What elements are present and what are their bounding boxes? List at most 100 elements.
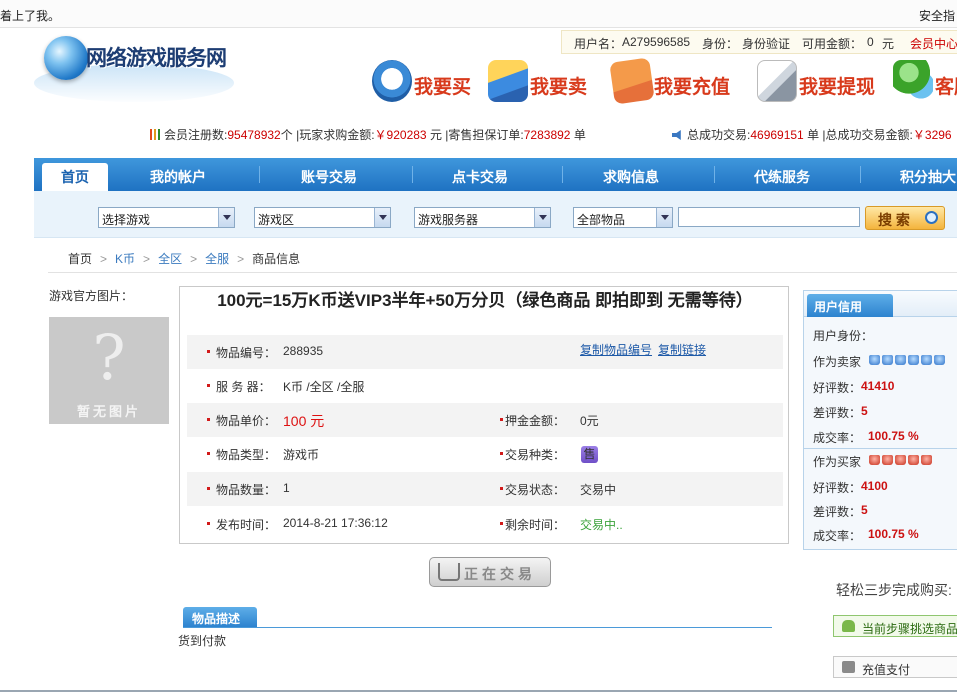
seller-good-label: 好评数： xyxy=(813,381,862,395)
breadcrumb-all-server[interactable]: 全服 xyxy=(205,252,229,266)
site-logo[interactable]: 网络游戏服务网 xyxy=(34,34,240,102)
success-count: 46969151 xyxy=(750,128,804,142)
nav-points-draw[interactable]: 积分抽大 xyxy=(900,167,956,187)
item-id-label: 物品编号： xyxy=(216,346,277,360)
step-current-label: 当前步骤挑选商品 xyxy=(862,622,957,636)
buyer-rate-label: 成交率： xyxy=(813,529,862,543)
bar-chart-icon xyxy=(150,129,160,140)
withdraw-label: 我要提现 xyxy=(799,76,876,98)
nav-separator xyxy=(860,166,861,183)
seller-bad-label: 差评数： xyxy=(813,406,862,420)
nav-card-trade[interactable]: 点卡交易 xyxy=(452,167,508,187)
username-label: 用户名： xyxy=(574,37,623,51)
seller-rate-label: 成交率： xyxy=(813,431,862,445)
official-image-title: 游戏官方图片： xyxy=(49,289,134,303)
buy-button[interactable]: 我要买 xyxy=(372,60,472,106)
breadcrumb-all-zone[interactable]: 全区 xyxy=(158,252,182,266)
breadcrumb-current: 商品信息 xyxy=(252,252,301,266)
copy-link-link[interactable]: 复制链接 xyxy=(658,341,706,358)
member-center-link[interactable]: 会员中心 xyxy=(910,35,957,52)
nav-my-account[interactable]: 我的帐户 xyxy=(150,167,206,187)
nav-purchase-info[interactable]: 求购信息 xyxy=(603,167,659,187)
remain-value: 交易中.. xyxy=(580,518,623,532)
status-value: 交易中 xyxy=(580,483,617,497)
sell-label: 我要卖 xyxy=(530,76,588,98)
row-item-id: 物品编号： 288935 复制物品编号 复制链接 xyxy=(187,335,783,369)
item-id-value: 288935 xyxy=(283,344,324,358)
server-value: K币 /全区 /全服 xyxy=(283,380,365,394)
buyer-rate-value: 100.75 % xyxy=(868,527,919,541)
trading-button[interactable]: 正在交易 xyxy=(429,557,551,587)
server-select[interactable]: 游戏服务器 xyxy=(414,207,551,228)
copy-item-id-link[interactable]: 复制物品编号 xyxy=(580,341,652,358)
breadcrumb-home[interactable]: 首页 xyxy=(68,252,92,266)
tab-user-credit[interactable]: 用户信用 xyxy=(807,294,893,317)
sell-button[interactable]: 我要卖 xyxy=(488,60,592,106)
seller-crown-icon xyxy=(921,355,932,365)
cart-icon xyxy=(438,563,460,581)
status-label: 交易状态： xyxy=(505,483,566,497)
deposit-value: 0元 xyxy=(580,414,599,428)
breadcrumb-kcoin[interactable]: K币 xyxy=(115,252,135,266)
recharge-button[interactable]: 我要充值 xyxy=(609,57,738,106)
buyer-crown-icon xyxy=(908,455,919,465)
publish-value: 2014-8-21 17:36:12 xyxy=(283,516,388,530)
game-select-value: 选择游戏 xyxy=(102,213,151,227)
as-seller-label: 作为卖家 xyxy=(813,355,862,369)
credit-header: 用户信用 xyxy=(804,291,957,317)
withdraw-button[interactable]: 我要提现 xyxy=(757,60,881,106)
user-info-bar: 用户名： A279596585 身份： 身份验证 可用金额： 0 元 会员中心 xyxy=(561,30,957,54)
balance-unit: 元 xyxy=(882,37,895,51)
nav-leveling[interactable]: 代练服务 xyxy=(754,167,810,187)
type-value: 游戏币 xyxy=(283,448,320,462)
nav-separator xyxy=(562,166,563,183)
seller-crown-icon xyxy=(934,355,945,365)
step-recharge-pay[interactable]: 充值支付 xyxy=(833,656,957,678)
nav-account-trade[interactable]: 账号交易 xyxy=(301,167,357,187)
clock-dollar-icon xyxy=(372,60,412,102)
row-server: 服 务 器： K币 /全区 /全服 xyxy=(187,369,783,403)
site-name: 网络游戏服务网 xyxy=(86,46,227,70)
category-select-value: 全部物品 xyxy=(577,213,626,227)
identity-value: 身份验证 xyxy=(742,37,791,51)
buyer-crown-icon xyxy=(869,455,880,465)
row-quantity: 物品数量： 1 交易状态： 交易中 xyxy=(187,472,783,506)
seller-bad-value: 5 xyxy=(861,404,868,418)
deposit-label: 押金金额： xyxy=(505,414,566,428)
breadcrumb: 首页 > K币 > 全区 > 全服 > 商品信息 xyxy=(68,252,301,266)
as-buyer-label: 作为买家 xyxy=(813,455,862,469)
question-mark-icon: ? xyxy=(92,321,126,394)
search-button-label: 搜 索 xyxy=(878,212,910,228)
service-label: 客服 xyxy=(935,76,957,98)
step-current[interactable]: 当前步骤挑选商品 xyxy=(833,615,957,637)
category-select[interactable]: 全部物品 xyxy=(573,207,673,228)
divider xyxy=(48,272,957,273)
tab-item-description[interactable]: 物品描述 xyxy=(183,607,257,627)
game-select[interactable]: 选择游戏 xyxy=(98,207,235,228)
safety-guide-link[interactable]: 安全指 xyxy=(919,7,955,24)
qty-label: 物品数量： xyxy=(216,483,277,497)
top-strip: 着上了我。 安全指 xyxy=(0,0,957,28)
zone-select[interactable]: 游戏区 xyxy=(254,207,391,228)
document-pen-icon xyxy=(757,60,797,102)
speaker-icon xyxy=(672,130,681,140)
chevron-down-icon xyxy=(656,208,672,227)
search-input[interactable] xyxy=(678,207,860,227)
balance-label: 可用金额： xyxy=(802,37,863,51)
buyer-bad-value: 5 xyxy=(861,503,868,517)
nav-separator xyxy=(412,166,413,183)
publish-label: 发布时间： xyxy=(216,518,277,532)
main-nav: 首页 我的帐户 账号交易 点卡交易 求购信息 代练服务 积分抽大 xyxy=(34,158,957,191)
nav-separator xyxy=(714,166,715,183)
escrow-label: 寄售担保订单: xyxy=(448,128,524,142)
site-stats-right: 总成功交易:46969151 单 |总成功交易金额:￥3296 xyxy=(672,126,952,143)
buyer-crown-icon xyxy=(895,455,906,465)
chevron-down-icon xyxy=(374,208,390,227)
success-amount: ￥3296 xyxy=(912,128,952,142)
search-icon xyxy=(925,211,938,224)
search-button[interactable]: 搜 索 xyxy=(865,206,945,230)
nav-home[interactable]: 首页 xyxy=(42,163,108,191)
escrow-count: 7283892 xyxy=(523,128,571,142)
identity-label: 身份： xyxy=(702,37,739,51)
service-button[interactable]: 客服 xyxy=(893,60,957,106)
